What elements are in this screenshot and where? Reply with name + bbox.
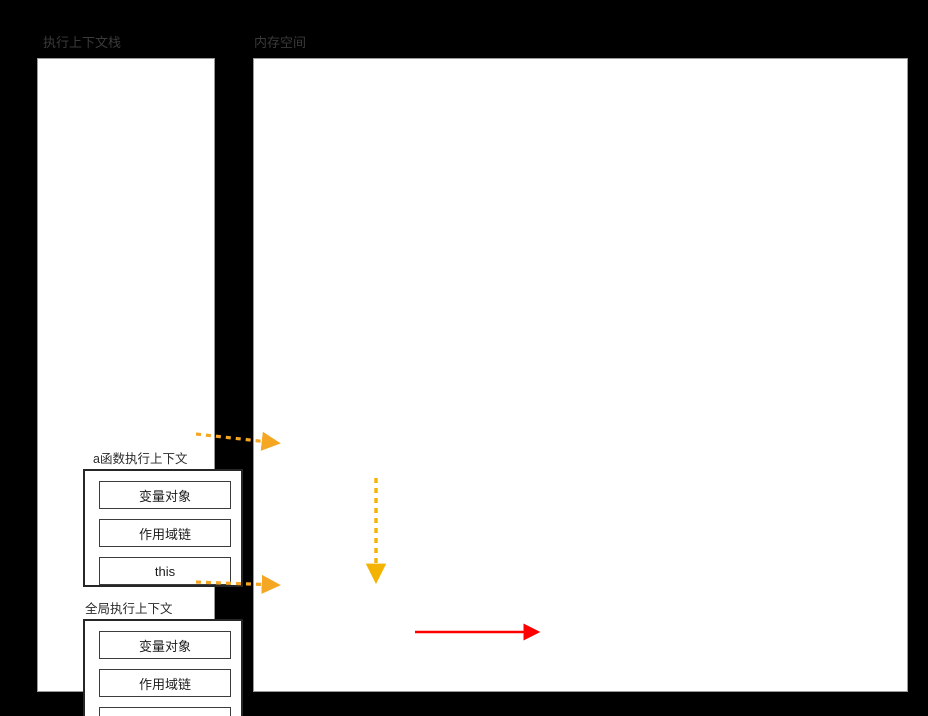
context-slot-scope-chain: 作用域链 [99,669,231,697]
stack-panel-title: 执行上下文栈 [43,35,122,50]
context-slot-variable-object: 变量对象 [99,631,231,659]
memory-space-panel [253,58,908,692]
execution-context-global: 全局执行上下文 变量对象 作用域链 this [83,602,243,716]
context-slot-variable-object: 变量对象 [99,481,231,509]
context-slot-scope-chain: 作用域链 [99,519,231,547]
context-slot-this: this [99,557,231,585]
execution-context-a-function: a函数执行上下文 变量对象 作用域链 this [83,452,243,587]
memory-panel-title: 内存空间 [254,35,307,50]
diagram-canvas: 执行上下文栈 内存空间 a函数执行上下文 变量对象 作用域链 this 全局执行… [0,0,928,716]
execution-context-global-label: 全局执行上下文 [85,602,173,616]
context-slot-this: this [99,707,231,716]
execution-context-a-function-label: a函数执行上下文 [93,452,188,466]
execution-context-stack-panel: a函数执行上下文 变量对象 作用域链 this 全局执行上下文 变量对象 作用域… [37,58,243,716]
